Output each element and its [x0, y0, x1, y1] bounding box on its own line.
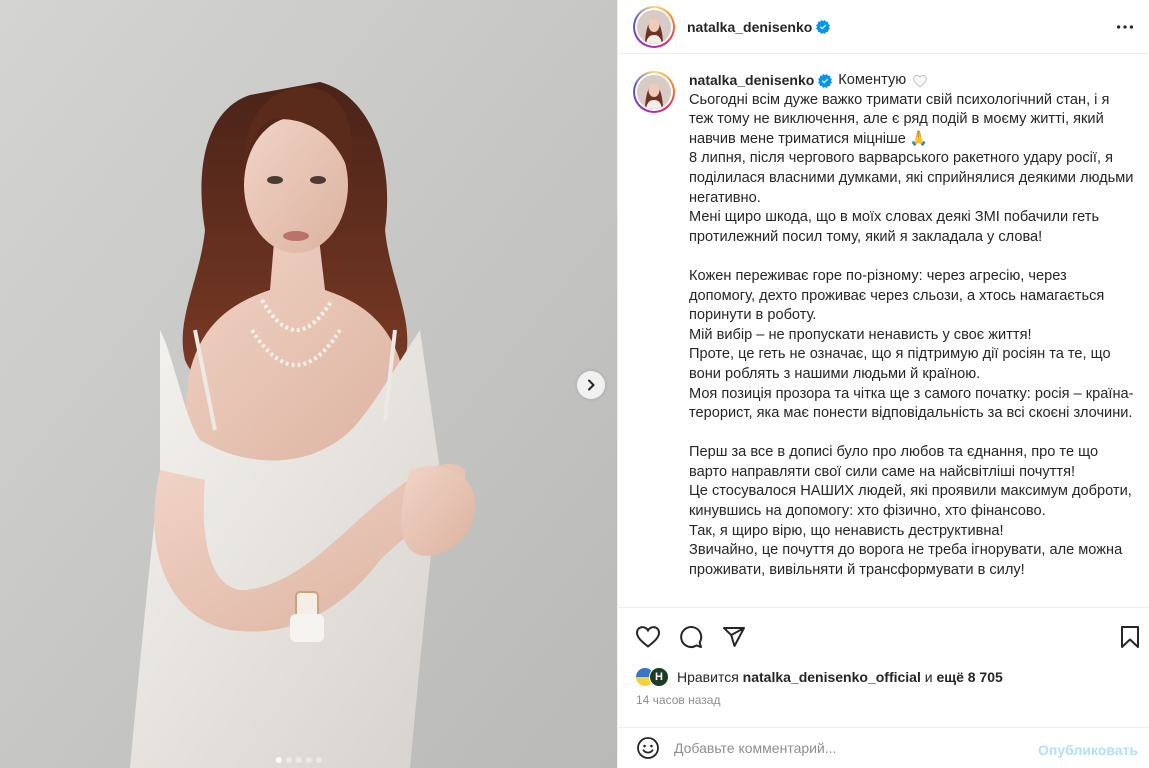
paper-plane-icon — [723, 627, 745, 647]
emoji-smile-icon[interactable] — [636, 736, 660, 760]
comment-bubble-icon — [680, 626, 703, 648]
carousel-indicator — [276, 757, 322, 763]
more-horizontal-icon — [1116, 25, 1134, 29]
carousel-dot — [276, 757, 282, 763]
post-caption: natalka_denisenko Коментую Сьогодні всім… — [618, 55, 1149, 607]
caption-paragraph: Так, я щиро вірю, що ненависть деструкти… — [689, 522, 1004, 539]
like-button[interactable] — [635, 625, 661, 654]
caption-paragraphs: Сьогодні всім дуже важко тримати свій пс… — [689, 91, 1134, 581]
caption-paragraph: Мій вибір – не пропускати ненависть у св… — [689, 326, 1032, 343]
verified-badge-icon — [816, 19, 831, 34]
caption-paragraph: 8 липня, після чергового варварського ра… — [689, 150, 1134, 206]
likes-conj: и — [924, 669, 933, 685]
carousel-dot — [286, 757, 292, 763]
post-timestamp[interactable]: 14 часов назад — [636, 693, 720, 707]
comment-bar: Опубликовать — [618, 727, 1149, 768]
likes-user-link[interactable]: natalka_denisenko_official — [743, 669, 921, 685]
comment-input[interactable] — [674, 740, 1024, 756]
carousel-dot — [306, 757, 312, 763]
likes-others-link[interactable]: ещё 8 705 — [936, 669, 1002, 685]
avatar[interactable] — [633, 5, 675, 48]
caption-paragraph: Це стосувалося НАШИХ людей, які проявили… — [689, 483, 1132, 520]
publish-button[interactable]: Опубликовать — [1038, 742, 1138, 758]
comment-button[interactable] — [679, 625, 703, 654]
caption-header: natalka_denisenko Коментую — [689, 71, 1134, 91]
liker-avatar[interactable]: H — [649, 667, 669, 687]
save-button[interactable] — [1119, 625, 1141, 654]
post-image — [0, 0, 617, 768]
avatar[interactable] — [633, 71, 675, 113]
caption-paragraph: Кожен переживає горе по-різному: через а… — [689, 267, 1105, 324]
caption-paragraph: Мені щиро шкода, що в моїх словах деякі … — [689, 209, 1100, 245]
caption-paragraph: Моя позиція прозора та чітка ще з самого… — [689, 385, 1134, 422]
share-button[interactable] — [722, 625, 746, 654]
white-heart-emoji-icon — [913, 74, 927, 88]
heart-icon — [635, 626, 661, 648]
likes-text: Нравится natalka_denisenko_official и ещ… — [677, 669, 1003, 685]
chevron-right-icon — [588, 379, 595, 391]
carousel-next-button[interactable] — [577, 371, 605, 399]
caption-paragraph: Перш за все в дописі було про любов та є… — [689, 444, 1099, 480]
likes-summary: H Нравится natalka_denisenko_official и … — [635, 667, 1003, 687]
post-sidebar: natalka_denisenko natalka_denisenko Коме… — [617, 0, 1149, 768]
post-actions — [618, 607, 1149, 665]
caption-author-username[interactable]: natalka_denisenko — [689, 71, 814, 91]
caption-tag: Коментую — [838, 72, 907, 88]
caption-text-block: natalka_denisenko Коментую Сьогодні всім… — [689, 71, 1134, 607]
caption-paragraph: Звичайно, це почуття до ворога не треба … — [689, 542, 1123, 578]
carousel-dot — [316, 757, 322, 763]
caption-paragraph: Сьогодні всім дуже важко тримати свій пс… — [689, 91, 1110, 147]
post-header: natalka_denisenko — [618, 0, 1149, 54]
more-options-button[interactable] — [1114, 16, 1136, 43]
verified-badge-icon — [818, 73, 833, 88]
carousel-dot — [296, 757, 302, 763]
caption-paragraph: Проте, це геть не означає, що я підтриму… — [689, 346, 1111, 382]
likes-prefix: Нравится — [677, 669, 739, 685]
post-photo[interactable] — [0, 0, 617, 768]
post-author-username[interactable]: natalka_denisenko — [687, 19, 812, 35]
bookmark-icon — [1121, 626, 1139, 648]
